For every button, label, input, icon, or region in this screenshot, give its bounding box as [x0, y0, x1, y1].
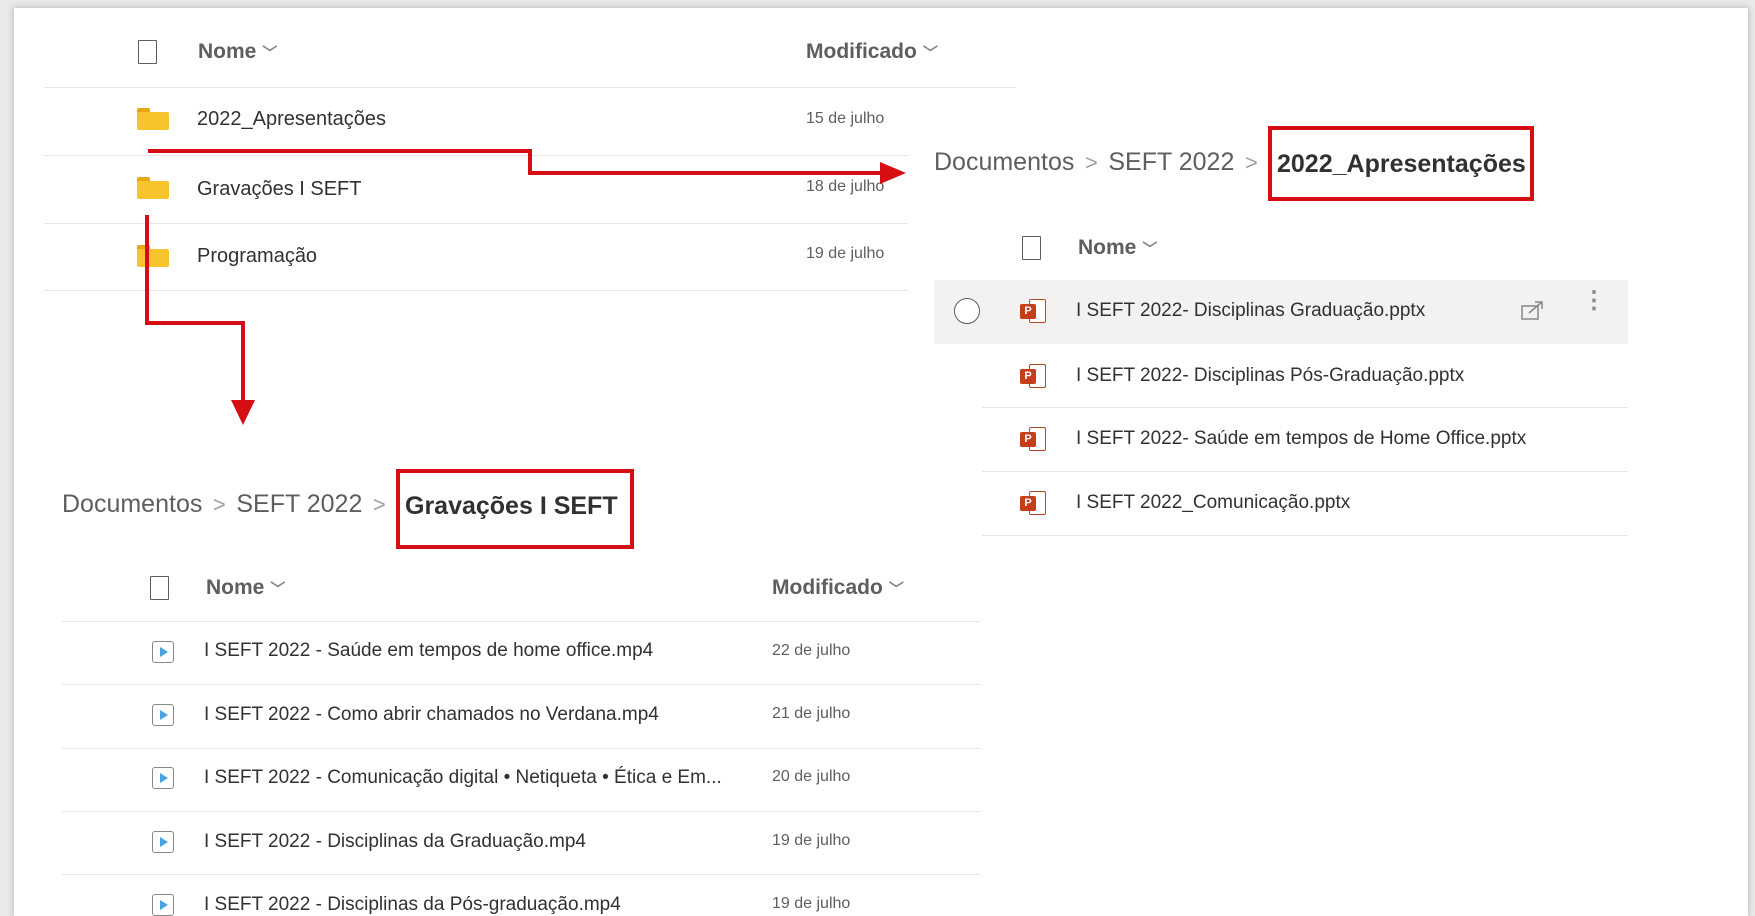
- file-modified-date: 19 de julho: [772, 895, 851, 912]
- file-modified-date: 22 de julho: [772, 642, 851, 659]
- breadcrumb-apresentacoes: Documentos > SEFT 2022 >: [934, 148, 1264, 177]
- breadcrumb-seft-2022[interactable]: SEFT 2022: [236, 490, 362, 518]
- divider: [62, 748, 980, 749]
- breadcrumb-gravacoes: Documentos > SEFT 2022 >: [62, 490, 392, 519]
- powerpoint-icon: P: [1020, 299, 1046, 323]
- column-header-modified[interactable]: Modificado ﹀: [806, 40, 938, 64]
- divider: [44, 155, 908, 156]
- folder-icon: [137, 245, 169, 267]
- file-modified-date: 19 de julho: [772, 832, 851, 849]
- chevron-down-icon: ﹀: [888, 581, 904, 598]
- file-type-header-icon: [150, 576, 169, 600]
- file-type-header-icon: [1022, 236, 1041, 260]
- divider: [982, 535, 1628, 536]
- folder-modified-date: 15 de julho: [806, 110, 885, 127]
- breadcrumb-seft-2022[interactable]: SEFT 2022: [1108, 148, 1234, 176]
- file-type-header-icon: [138, 40, 157, 64]
- highlight-box: [396, 469, 634, 549]
- file-name[interactable]: I SEFT 2022- Disciplinas Graduação.pptx: [1076, 300, 1425, 322]
- file-name[interactable]: I SEFT 2022 - Saúde em tempos de home of…: [204, 640, 653, 662]
- file-name[interactable]: I SEFT 2022- Saúde em tempos de Home Off…: [1076, 428, 1526, 450]
- folder-modified-date: 19 de julho: [806, 245, 885, 262]
- file-modified-date: 20 de julho: [772, 768, 851, 785]
- video-file-icon: [152, 641, 174, 663]
- arrow-segment: [528, 171, 882, 175]
- folder-icon: [137, 108, 169, 130]
- arrow-right-icon: [880, 162, 906, 184]
- breadcrumb-documentos[interactable]: Documentos: [934, 148, 1074, 176]
- column-header-name-label: Nome: [1078, 236, 1137, 259]
- column-header-name[interactable]: Nome ﹀: [1078, 236, 1157, 260]
- share-icon[interactable]: [1520, 298, 1546, 322]
- column-header-name[interactable]: Nome ﹀: [206, 576, 285, 600]
- video-file-icon: [152, 767, 174, 789]
- divider: [982, 471, 1628, 472]
- file-name[interactable]: I SEFT 2022 - Disciplinas da Graduação.m…: [204, 831, 586, 853]
- divider: [62, 684, 980, 685]
- divider: [44, 87, 1016, 88]
- file-name[interactable]: I SEFT 2022_Comunicação.pptx: [1076, 492, 1350, 514]
- file-modified-date: 21 de julho: [772, 705, 851, 722]
- chevron-right-icon: >: [1078, 150, 1104, 175]
- divider: [44, 290, 908, 291]
- chevron-down-icon: ﹀: [1142, 241, 1158, 258]
- powerpoint-icon: P: [1020, 364, 1046, 388]
- file-name[interactable]: I SEFT 2022 - Disciplinas da Pós-graduaç…: [204, 894, 621, 916]
- highlight-box: [1268, 126, 1534, 201]
- arrow-segment: [241, 321, 245, 401]
- folder-name-programacao[interactable]: Programação: [197, 245, 317, 268]
- file-name[interactable]: I SEFT 2022 - Como abrir chamados no Ver…: [204, 704, 659, 726]
- arrow-segment: [148, 149, 532, 153]
- divider: [62, 874, 980, 875]
- divider: [982, 407, 1628, 408]
- chevron-right-icon: >: [206, 492, 232, 517]
- more-options-icon[interactable]: ⋮: [1582, 289, 1606, 313]
- powerpoint-icon: P: [1020, 427, 1046, 451]
- video-file-icon: [152, 831, 174, 853]
- video-file-icon: [152, 894, 174, 916]
- chevron-down-icon: ﹀: [922, 45, 938, 62]
- breadcrumb-documentos[interactable]: Documentos: [62, 490, 202, 518]
- column-header-name-label: Nome: [206, 576, 265, 599]
- folder-name-gravacoes[interactable]: Gravações I SEFT: [197, 178, 362, 201]
- arrow-segment: [145, 321, 245, 325]
- divider: [62, 811, 980, 812]
- row-select-radio[interactable]: [954, 298, 980, 324]
- video-file-icon: [152, 704, 174, 726]
- column-header-modified[interactable]: Modificado ﹀: [772, 576, 904, 600]
- folder-name-2022-apresentacoes[interactable]: 2022_Apresentações: [197, 108, 386, 131]
- folder-icon: [137, 177, 169, 199]
- divider: [62, 621, 980, 622]
- column-header-modified-label: Modificado: [806, 40, 917, 63]
- column-header-modified-label: Modificado: [772, 576, 883, 599]
- file-name[interactable]: I SEFT 2022 - Comunicação digital • Neti…: [204, 767, 722, 789]
- arrow-segment: [145, 215, 149, 325]
- arrow-down-icon: [231, 400, 255, 425]
- column-header-name[interactable]: Nome ﹀: [198, 40, 277, 64]
- chevron-right-icon: >: [1238, 150, 1264, 175]
- chevron-down-icon: ﹀: [262, 45, 278, 62]
- chevron-down-icon: ﹀: [270, 581, 286, 598]
- column-header-name-label: Nome: [198, 40, 257, 63]
- chevron-right-icon: >: [366, 492, 392, 517]
- folder-modified-date: 18 de julho: [806, 178, 885, 195]
- powerpoint-icon: P: [1020, 491, 1046, 515]
- divider: [44, 223, 908, 224]
- file-name[interactable]: I SEFT 2022- Disciplinas Pós-Graduação.p…: [1076, 365, 1464, 387]
